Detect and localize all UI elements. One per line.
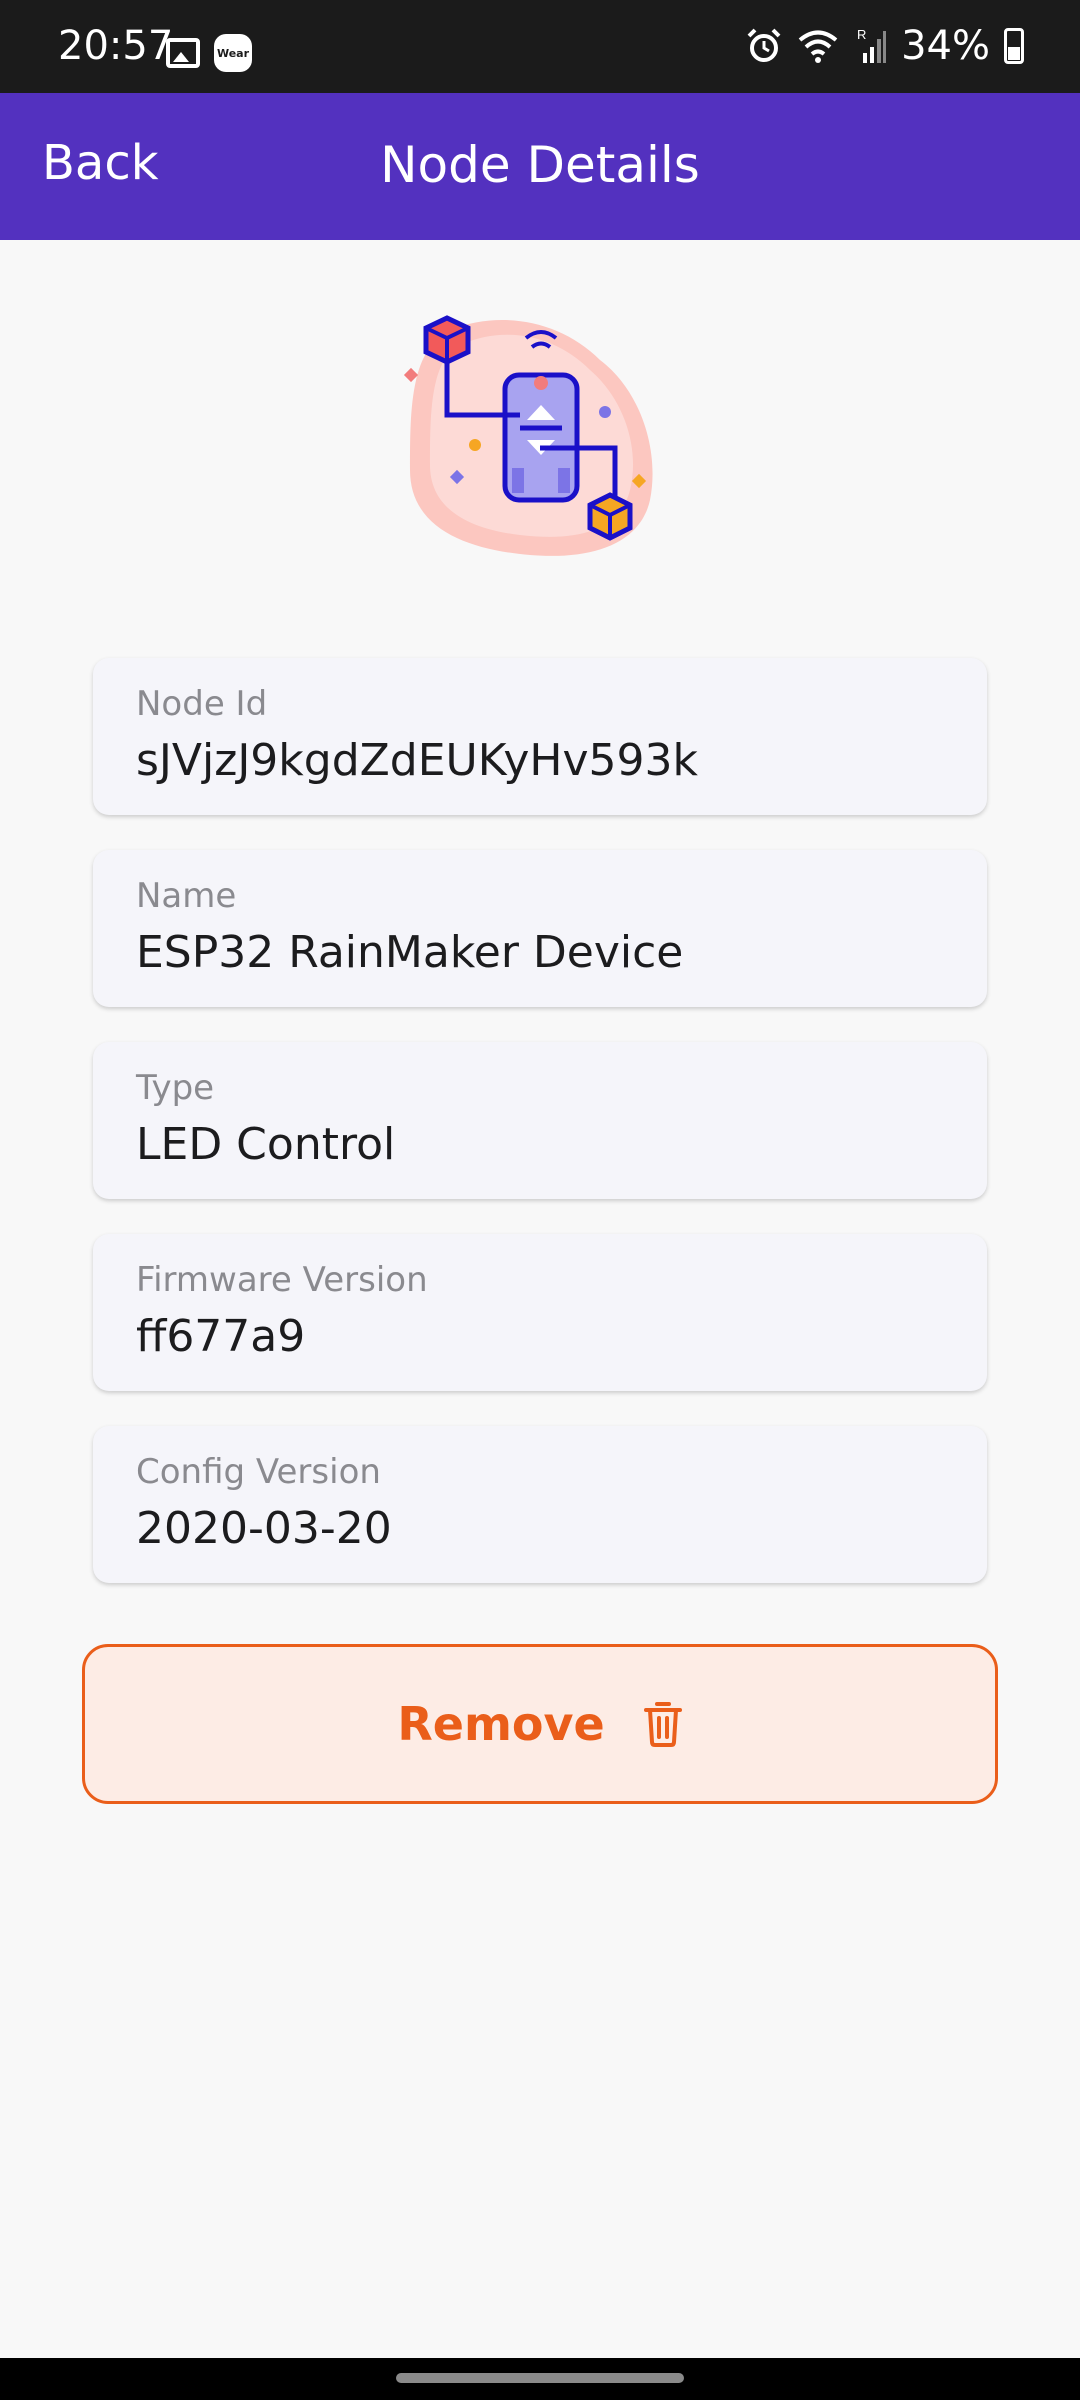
type-value: LED Control	[136, 1118, 396, 1170]
node-id-value: sJVjzJ9kgdZdEUKyHv593k	[136, 734, 698, 786]
name-label: Name	[136, 876, 237, 916]
battery-percent: 34%	[901, 23, 990, 69]
status-bar: 20:57 Wear R 34%	[0, 0, 1080, 93]
navigation-bar	[0, 2358, 1080, 2400]
wifi-icon	[798, 30, 838, 63]
type-label: Type	[136, 1068, 215, 1108]
remove-label: Remove	[397, 1697, 605, 1751]
node-id-label: Node Id	[136, 684, 268, 724]
app-bar: Back Node Details	[0, 93, 1080, 240]
node-id-card: Node Id sJVjzJ9kgdZdEUKyHv593k	[93, 658, 987, 815]
signal-icon: R	[857, 27, 887, 63]
type-card: Type LED Control	[93, 1042, 987, 1199]
alarm-icon	[747, 28, 781, 62]
status-left-icons: Wear	[166, 34, 252, 72]
svg-text:R: R	[857, 27, 866, 42]
status-right-icons: R 34%	[745, 26, 1024, 66]
name-value: ESP32 RainMaker Device	[136, 926, 684, 978]
firmware-version-card: Firmware Version ff677a9	[93, 1234, 987, 1391]
remove-button[interactable]: Remove	[82, 1644, 998, 1804]
name-card: Name ESP32 RainMaker Device	[93, 850, 987, 1007]
page-title: Node Details	[380, 136, 700, 194]
wear-icon: Wear	[214, 34, 252, 72]
config-version-label: Config Version	[136, 1452, 381, 1492]
config-version-value: 2020-03-20	[136, 1502, 392, 1554]
home-handle[interactable]	[396, 2373, 684, 2383]
firmware-version-label: Firmware Version	[136, 1260, 428, 1300]
firmware-version-value: ff677a9	[136, 1310, 306, 1362]
battery-icon	[1004, 28, 1024, 64]
image-icon	[166, 38, 200, 68]
status-time: 20:57	[58, 23, 174, 69]
trash-icon	[643, 1702, 682, 1747]
node-illustration	[403, 315, 653, 556]
config-version-card: Config Version 2020-03-20	[93, 1426, 987, 1583]
